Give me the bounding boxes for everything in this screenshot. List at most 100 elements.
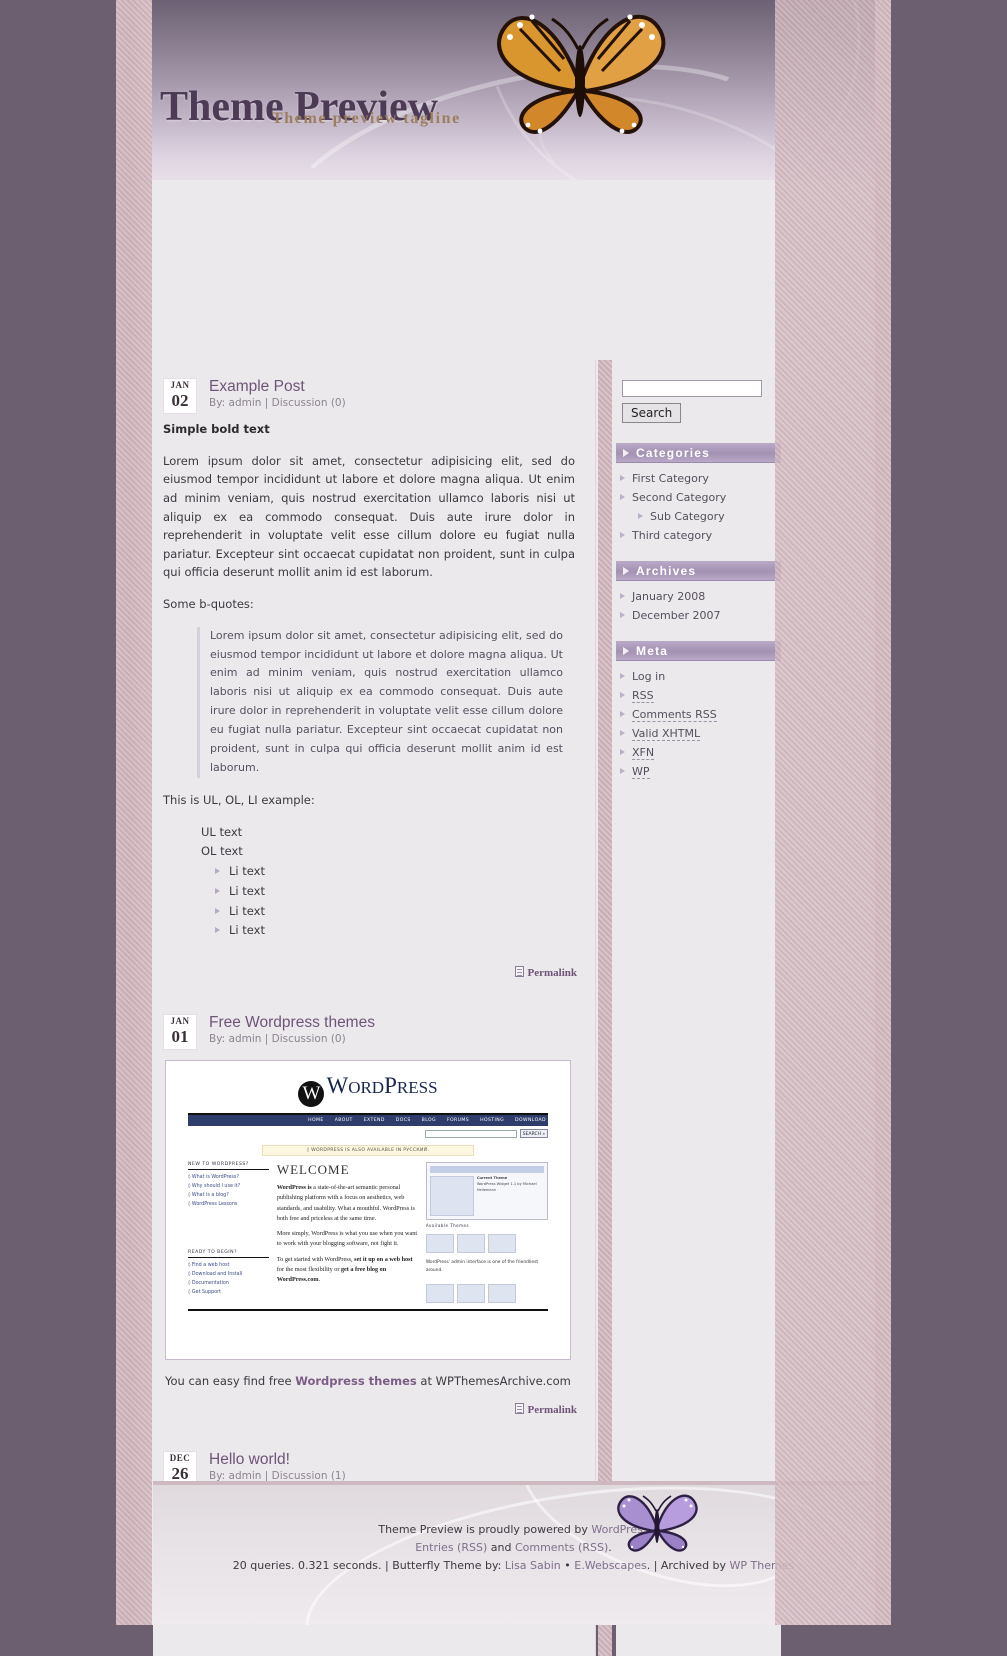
entries-rss-link[interactable]: Entries (RSS) xyxy=(415,1541,487,1554)
post-header: JAN 01 Free Wordpress themes By: admin |… xyxy=(163,1014,581,1051)
sidebar-link[interactable]: Valid XHTML xyxy=(632,726,701,741)
sidebar-link[interactable]: Second Category xyxy=(632,491,726,504)
search-input[interactable] xyxy=(622,379,762,397)
wp-left-link[interactable]: ◊ Get Support xyxy=(188,1288,269,1297)
wp-left-link[interactable]: ◊ What is a blog? xyxy=(188,1191,269,1200)
post-date-day: 01 xyxy=(171,1027,189,1047)
wp-theme-box-text: Current Theme WordPress Widget 1.1 by Mic… xyxy=(476,1176,537,1192)
site-footer: Theme Preview is proudly powered by Word… xyxy=(153,1481,874,1625)
post-image-caption: You can easy find free Wordpress themes … xyxy=(163,1370,581,1388)
wp-search-row: SEARCH » xyxy=(188,1129,548,1139)
wp-left-link[interactable]: ◊ What is WordPress? xyxy=(188,1173,269,1182)
sidebar-link[interactable]: WP xyxy=(632,765,650,780)
list-item: Li text xyxy=(215,902,575,922)
sidebar-link[interactable]: First Category xyxy=(632,472,709,485)
sidebar-item-january-2008[interactable]: January 2008 xyxy=(616,587,781,606)
wp-paragraph-1: WordPress is a state-of-the-art semantic… xyxy=(276,1184,415,1222)
wp-left-link[interactable]: ◊ Documentation xyxy=(188,1279,269,1288)
wp-left-link[interactable]: ◊ WordPress Lessons xyxy=(188,1200,269,1209)
permalink-link[interactable]: Permalink xyxy=(528,967,578,979)
wp-left-link[interactable]: ◊ Download and Install xyxy=(188,1270,269,1279)
page-inner: Theme Preview Theme preview tagline JAN … xyxy=(152,0,875,1656)
footer-theme-by: Butterfly Theme by: xyxy=(392,1559,505,1573)
wp-nav-item[interactable]: DOWNLOAD xyxy=(515,1118,546,1123)
wp-nav-item[interactable]: FORUMS xyxy=(447,1118,469,1123)
wp-right-caption: WordPress' admin interface is one of the… xyxy=(425,1260,539,1273)
wp-left-heading-2: READY TO BEGIN? xyxy=(188,1250,269,1258)
wp-left-link[interactable]: ◊ Why should I use it? xyxy=(188,1182,269,1191)
sidebar-link[interactable]: XFN xyxy=(632,745,655,760)
left-page-margin xyxy=(0,0,116,1625)
sidebar-link[interactable]: Sub Category xyxy=(650,510,725,523)
post-title[interactable]: Free Wordpress themes xyxy=(209,1014,375,1032)
wp-nav-item[interactable]: HOME xyxy=(308,1118,324,1123)
sidebar-item-comments-rss[interactable]: Comments RSS xyxy=(616,705,781,724)
sidebar-link[interactable]: Comments RSS xyxy=(632,707,717,722)
post-meta: By: admin | Discussion (0) xyxy=(209,1033,375,1045)
comments-rss-link[interactable]: Comments (RSS) xyxy=(515,1541,608,1554)
sidebar-item-december-2007[interactable]: December 2007 xyxy=(616,606,781,625)
wordpress-screenshot-thumbnail[interactable]: W WORDPRESS HOME ABOUT EXTEND DOCS BLOG F… xyxy=(165,1060,571,1361)
wp-search-input[interactable] xyxy=(425,1129,517,1138)
sidebar-item-sub-category[interactable]: Sub Category xyxy=(616,507,781,526)
search-widget: Search xyxy=(616,360,781,433)
post-paragraph-2: Some b-quotes: xyxy=(163,597,254,611)
permalink-link[interactable]: Permalink xyxy=(528,1404,578,1416)
post-discussion-link[interactable]: Discussion (0) xyxy=(272,397,346,409)
sidebar-link[interactable]: Third category xyxy=(632,529,712,542)
wp-right-column: Current Theme WordPress Widget 1.1 by Mic… xyxy=(425,1162,548,1304)
wp-left-link[interactable]: ◊ Find a web host xyxy=(188,1261,269,1270)
footer-powered-text: Theme Preview is proudly powered by xyxy=(378,1523,592,1536)
sidebar-link[interactable]: Log in xyxy=(632,670,665,683)
caption-pre: You can easy find free xyxy=(165,1374,296,1389)
document-icon xyxy=(514,1403,524,1415)
wp-theme-box-bar xyxy=(429,1166,544,1174)
sidebar-item-second-category[interactable]: Second Category xyxy=(616,488,781,507)
wp-paragraph-3: To get started with WordPress, set it up… xyxy=(276,1255,413,1283)
sidebar-link[interactable]: January 2008 xyxy=(632,590,705,603)
sidebar-item-third-category[interactable]: Third category xyxy=(616,526,781,545)
butterfly-bottom-icon xyxy=(617,1494,698,1552)
wp-nav-item[interactable]: DOCS xyxy=(396,1118,411,1123)
document-icon xyxy=(514,966,524,978)
footer-credits-line: 20 queries. 0.321 seconds. | Butterfly T… xyxy=(153,1557,874,1575)
sidebar-item-xfn[interactable]: XFN xyxy=(616,743,781,762)
sidebar-item-valid-xhtml[interactable]: Valid XHTML xyxy=(616,724,781,743)
sidebar-heading-categories: Categories xyxy=(616,442,781,463)
list-ol-text: OL text xyxy=(201,844,243,859)
list-item: Li text xyxy=(215,882,575,902)
wp-footer-rule xyxy=(188,1309,548,1312)
sidebar-item-first-category[interactable]: First Category xyxy=(616,469,781,488)
sidebar-link[interactable]: RSS xyxy=(632,688,654,703)
wp-nav-item[interactable]: HOSTING xyxy=(480,1118,504,1123)
sidebar-item-rss[interactable]: RSS xyxy=(616,686,781,705)
search-button[interactable]: Search xyxy=(622,402,682,423)
wp-search-button[interactable]: SEARCH » xyxy=(520,1129,548,1139)
wp-welcome-heading: WELCOME xyxy=(276,1162,350,1178)
wordpress-themes-link[interactable]: Wordpress themes xyxy=(295,1374,417,1388)
footer-bullet: • xyxy=(560,1559,575,1573)
wp-nav-bar: HOME ABOUT EXTEND DOCS BLOG FORUMS HOSTI… xyxy=(188,1115,548,1127)
permalink-row: Permalink xyxy=(163,951,581,996)
wp-extra-thumb xyxy=(456,1284,485,1304)
footer-separator: | xyxy=(381,1559,393,1573)
post-bold-lead: Simple bold text xyxy=(163,422,270,436)
lisa-sabin-link[interactable]: Lisa Sabin xyxy=(505,1559,561,1572)
footer-and: and xyxy=(487,1541,515,1555)
post-discussion-link[interactable]: Discussion (0) xyxy=(272,1033,346,1045)
wp-themes-link[interactable]: WP Themes xyxy=(730,1559,795,1572)
post-title[interactable]: Example Post xyxy=(209,378,346,396)
wp-theme-thumb xyxy=(425,1234,454,1254)
sidebar-item-log-in[interactable]: Log in xyxy=(616,667,781,686)
wp-left-column: NEW TO WORDPRESS? ◊ What is WordPress? ◊… xyxy=(188,1162,269,1303)
sidebar-link[interactable]: December 2007 xyxy=(632,609,721,622)
wordpress-logo-icon: W xyxy=(298,1081,325,1108)
wp-nav-item[interactable]: EXTEND xyxy=(364,1118,385,1123)
list-item: Li text xyxy=(215,862,575,882)
wp-nav-item[interactable]: ABOUT xyxy=(335,1118,353,1123)
wp-nav-item[interactable]: BLOG xyxy=(422,1118,436,1123)
post-author: By: admin xyxy=(209,1033,262,1046)
post-title[interactable]: Hello world! xyxy=(209,1451,346,1469)
sidebar-item-wp[interactable]: WP xyxy=(616,762,781,781)
list-item: Li text xyxy=(215,921,575,941)
